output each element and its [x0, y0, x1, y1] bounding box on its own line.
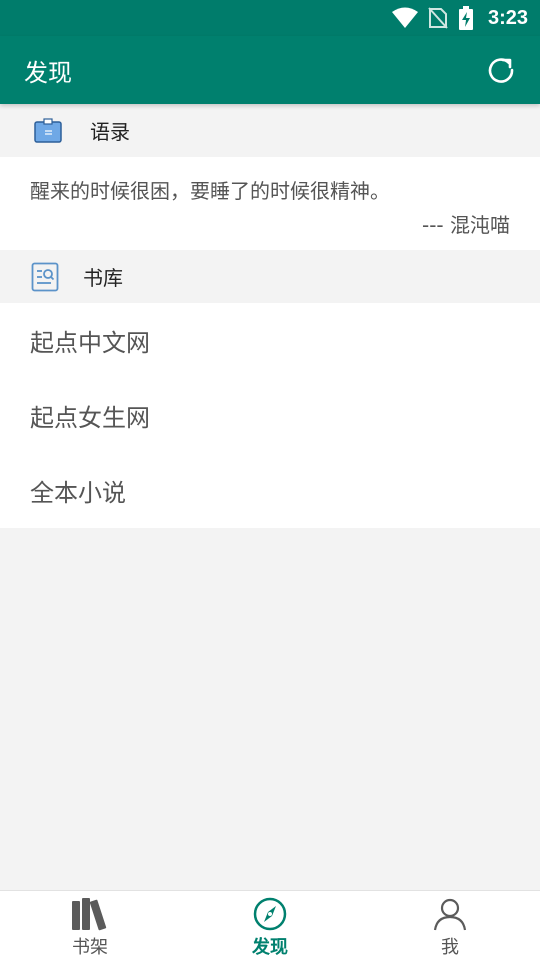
- nav-item-me[interactable]: 我: [360, 891, 540, 960]
- page-title: 发现: [24, 58, 72, 87]
- battery-charging-icon: [458, 6, 473, 30]
- nav-label-me: 我: [441, 937, 459, 958]
- library-list: 起点中文网 起点女生网 全本小说: [0, 303, 540, 528]
- library-search-icon: [31, 262, 59, 291]
- library-item-qidian[interactable]: 起点中文网: [0, 303, 540, 378]
- library-item-qidian-female[interactable]: 起点女生网: [0, 378, 540, 453]
- nav-label-bookshelf: 书架: [72, 937, 108, 958]
- status-bar: 3:23: [0, 0, 540, 36]
- quote-author: --- 混沌喵: [421, 213, 510, 237]
- quote-card[interactable]: 醒来的时候很困，要睡了的时候很精神。 --- 混沌喵: [0, 157, 540, 250]
- bottom-nav: 书架 发现 我: [0, 890, 540, 960]
- no-sim-icon: [428, 7, 448, 29]
- person-icon: [433, 898, 467, 931]
- refresh-icon[interactable]: [486, 55, 516, 85]
- clipboard-icon: [34, 117, 62, 143]
- quotes-section-title: 语录: [90, 120, 130, 144]
- library-section-title: 书库: [83, 266, 123, 290]
- compass-icon: [253, 897, 287, 931]
- library-section-header: 书库: [0, 250, 540, 303]
- books-icon: [72, 898, 107, 931]
- quotes-section-header: 语录: [0, 104, 540, 157]
- library-item-full-novels[interactable]: 全本小说: [0, 453, 540, 528]
- status-time: 3:23: [487, 6, 528, 29]
- app-bar: 发现: [0, 36, 540, 104]
- wifi-icon: [391, 7, 418, 28]
- nav-item-bookshelf[interactable]: 书架: [0, 891, 180, 960]
- nav-label-discover: 发现: [252, 937, 288, 958]
- quote-text: 醒来的时候很困，要睡了的时候很精神。: [30, 179, 390, 203]
- nav-item-discover[interactable]: 发现: [180, 891, 360, 960]
